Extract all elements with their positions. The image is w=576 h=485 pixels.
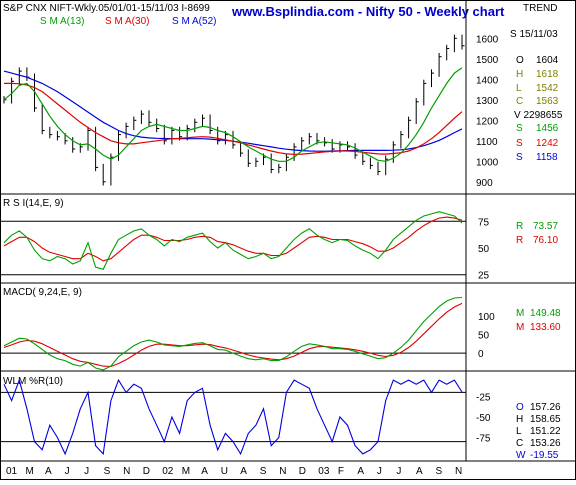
macd-legend-letter-1: M [516, 308, 524, 319]
ohlc-open-value: 1604 [536, 55, 559, 66]
ohlc-low-value: 1542 [536, 83, 559, 94]
x-axis-label: J [396, 466, 401, 477]
macd-tick-label: 50 [478, 331, 490, 342]
wlm-tick-label: -25 [476, 393, 491, 404]
chart-root: S&P CNX NIFT-Wkly.05/01/01-15/11/03 I-86… [0, 0, 576, 480]
x-axis-label: N [123, 466, 130, 477]
volume-label: V 2298655 [514, 110, 563, 121]
rsi-legend-value-2: 76.10 [533, 235, 558, 246]
x-axis-label: 01 [6, 466, 18, 477]
wlm-legend-letter-open: O [516, 402, 524, 413]
x-axis-label: A [240, 466, 247, 477]
rsi-tick-label: 75 [478, 217, 490, 228]
ohlc-open-letter: O [516, 55, 524, 66]
macd-legend-letter-2: M [516, 322, 524, 333]
sma30-label: S M A(30) [105, 16, 149, 27]
x-axis-label: A [45, 466, 52, 477]
price-date-label: S 15/11/03 [510, 29, 558, 40]
x-axis-label: A [357, 466, 364, 477]
macd-label: MACD( 9,24,E, 9) [3, 287, 82, 298]
sma52-value: 1158 [536, 152, 558, 163]
sma52-label: S M A(52) [172, 16, 216, 27]
sma13-label: S M A(13) [40, 16, 84, 27]
rsi-legend-letter-2: R [516, 235, 523, 246]
x-axis-label: N [455, 466, 462, 477]
macd-legend-value-2: 133.60 [530, 322, 561, 333]
ohlc-low-letter: L [516, 83, 522, 94]
wlm-legend-value-w: -19.55 [530, 450, 559, 461]
price-tick-label: 1000 [476, 157, 499, 168]
trend-label: TREND [523, 3, 557, 14]
wlm-legend-value-close: 153.26 [530, 438, 561, 449]
x-axis-label: U [221, 466, 228, 477]
ohlc-high-letter: H [516, 69, 523, 80]
x-axis-label: F [338, 466, 344, 477]
x-axis-label: S [436, 466, 443, 477]
x-axis-label: A [201, 466, 208, 477]
wlm-legend-letter-low: L [516, 426, 522, 437]
wlm-label: WLM %R(10) [3, 376, 63, 387]
sma30-letter: S [516, 138, 523, 149]
wlm-legend-letter-high: H [516, 414, 523, 425]
rsi-label: R S I(14,E, 9) [3, 198, 64, 209]
wlm-tick-label: -50 [476, 413, 491, 424]
x-axis-label: S [104, 466, 111, 477]
macd-tick-label: 100 [478, 312, 495, 323]
x-axis-label: M [182, 466, 190, 477]
price-tick-label: 900 [476, 178, 493, 189]
rsi-tick-label: 50 [478, 244, 490, 255]
sma30-value: 1242 [536, 138, 559, 149]
rsi-legend-letter-1: R [516, 221, 523, 232]
price-tick-label: 1300 [476, 96, 499, 107]
macd-legend-value-1: 149.48 [530, 308, 561, 319]
price-tick-label: 1400 [476, 75, 499, 86]
x-axis-label: N [279, 466, 286, 477]
price-tick-label: 1500 [476, 55, 499, 66]
ohlc-close-value: 1563 [536, 96, 559, 107]
macd-tick-label: 0 [478, 349, 484, 360]
x-axis-label: 03 [318, 466, 330, 477]
symbol-label: S&P CNX NIFT-Wkly.05/01/01-15/11/03 I-86… [3, 3, 210, 14]
rsi-tick-label: 25 [478, 271, 490, 282]
chart-title: www.Bsplindia.com - Nifty 50 - Weekly ch… [231, 4, 505, 19]
x-axis-label: D [143, 466, 150, 477]
x-axis-label: D [299, 466, 306, 477]
wlm-legend-value-low: 151.22 [530, 426, 561, 437]
x-axis-label: M [26, 466, 34, 477]
price-tick-label: 1600 [476, 34, 499, 45]
price-tick-label: 1100 [476, 137, 498, 148]
x-axis-label: 02 [162, 466, 174, 477]
wlm-legend-value-high: 158.65 [530, 414, 561, 425]
x-axis-label: J [65, 466, 70, 477]
sma52-letter: S [516, 152, 523, 163]
wlm-tick-label: -75 [476, 434, 491, 445]
ohlc-close-letter: C [516, 96, 523, 107]
x-axis-label: A [416, 466, 423, 477]
sma13-letter: S [516, 123, 523, 134]
chart-svg: S&P CNX NIFT-Wkly.05/01/01-15/11/03 I-86… [0, 0, 576, 480]
rsi-legend-value-1: 73.57 [533, 221, 558, 232]
price-tick-label: 1200 [476, 116, 499, 127]
x-axis-label: S [260, 466, 267, 477]
wlm-legend-letter-close: C [516, 438, 523, 449]
x-axis-label: J [84, 466, 89, 477]
ohlc-high-value: 1618 [536, 69, 559, 80]
sma13-value: 1456 [536, 123, 559, 134]
x-axis-label: J [377, 466, 382, 477]
wlm-legend-value-open: 157.26 [530, 402, 561, 413]
wlm-legend-letter-w: W [516, 450, 526, 461]
chart-frame [0, 0, 576, 480]
